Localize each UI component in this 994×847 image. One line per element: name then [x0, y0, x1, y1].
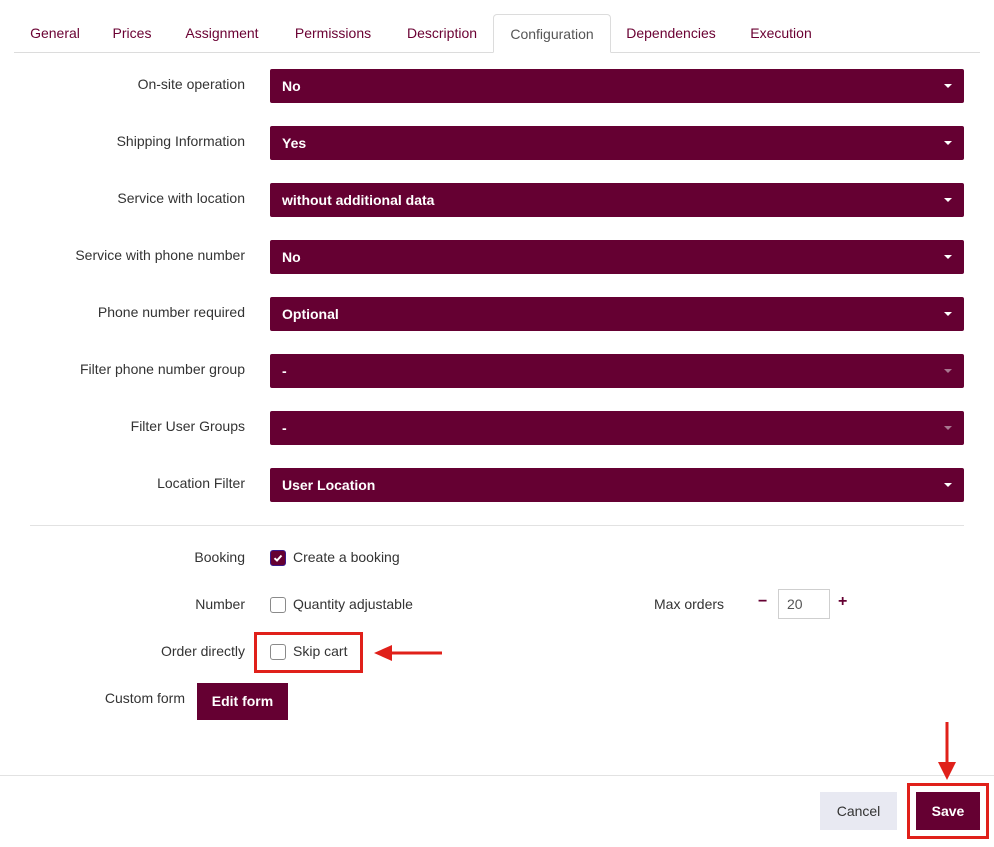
create-booking-checkbox[interactable]: [270, 550, 286, 566]
save-highlight-box: [907, 783, 989, 839]
caret-down-icon: [944, 84, 952, 88]
arrow-left-icon: [374, 645, 442, 661]
filter-user-groups-value: -: [282, 420, 287, 436]
on-site-operation-value: No: [282, 78, 301, 94]
tab-configuration[interactable]: Configuration: [493, 14, 611, 53]
booking-label: Booking: [194, 549, 245, 565]
section-divider: [30, 525, 964, 526]
max-orders-label: Max orders: [654, 596, 725, 612]
create-booking-label[interactable]: Create a booking: [293, 549, 400, 565]
caret-down-icon: [944, 426, 952, 430]
check-icon: [273, 554, 283, 562]
cancel-button[interactable]: Cancel: [820, 792, 897, 830]
location-filter-value: User Location: [282, 477, 376, 493]
location-filter-label: Location Filter: [157, 475, 245, 491]
tab-assignment[interactable]: Assignment: [168, 14, 276, 52]
filter-phone-group-value: -: [282, 363, 287, 379]
custom-form-label: Custom form: [104, 690, 185, 706]
shipping-information-value: Yes: [282, 135, 307, 151]
service-with-phone-select[interactable]: No: [270, 240, 964, 274]
location-filter-select[interactable]: User Location: [270, 468, 964, 502]
increment-button[interactable]: +: [838, 593, 847, 611]
arrow-down-icon: [938, 722, 956, 780]
decrement-button[interactable]: −: [758, 593, 767, 611]
on-site-operation-select[interactable]: No: [270, 69, 964, 103]
order-directly-label: Order directly: [160, 643, 245, 659]
tab-execution[interactable]: Execution: [731, 14, 831, 52]
edit-form-button[interactable]: Edit form: [197, 683, 288, 720]
filter-phone-group-select[interactable]: -: [270, 354, 964, 388]
service-with-phone-label: Service with phone number: [75, 247, 245, 263]
filter-phone-group-label: Filter phone number group: [80, 361, 245, 377]
phone-required-label: Phone number required: [97, 304, 245, 320]
caret-down-icon: [944, 141, 952, 145]
caret-down-icon: [944, 255, 952, 259]
tab-dependencies[interactable]: Dependencies: [611, 14, 731, 52]
skip-cart-highlight-box: [254, 632, 363, 673]
filter-user-groups-label: Filter User Groups: [130, 418, 245, 434]
footer-divider: [0, 775, 994, 776]
caret-down-icon: [944, 198, 952, 202]
quantity-adjustable-label[interactable]: Quantity adjustable: [293, 596, 413, 612]
caret-down-icon: [944, 369, 952, 373]
tab-permissions[interactable]: Permissions: [276, 14, 390, 52]
caret-down-icon: [944, 312, 952, 316]
shipping-information-select[interactable]: Yes: [270, 126, 964, 160]
max-orders-input[interactable]: 20: [778, 589, 830, 619]
service-with-location-label: Service with location: [117, 190, 245, 206]
phone-required-select[interactable]: Optional: [270, 297, 964, 331]
quantity-adjustable-checkbox[interactable]: [270, 597, 286, 613]
service-with-phone-value: No: [282, 249, 301, 265]
caret-down-icon: [944, 483, 952, 487]
phone-required-value: Optional: [282, 306, 339, 322]
tab-bar: General Prices Assignment Permissions De…: [14, 14, 980, 53]
filter-user-groups-select[interactable]: -: [270, 411, 964, 445]
shipping-information-label: Shipping Information: [116, 133, 245, 149]
number-label: Number: [195, 596, 245, 612]
tab-description[interactable]: Description: [390, 14, 494, 52]
on-site-operation-label: On-site operation: [137, 76, 245, 92]
tab-prices[interactable]: Prices: [96, 14, 168, 52]
service-with-location-select[interactable]: without additional data: [270, 183, 964, 217]
service-with-location-value: without additional data: [282, 192, 435, 208]
tab-general[interactable]: General: [14, 14, 96, 52]
